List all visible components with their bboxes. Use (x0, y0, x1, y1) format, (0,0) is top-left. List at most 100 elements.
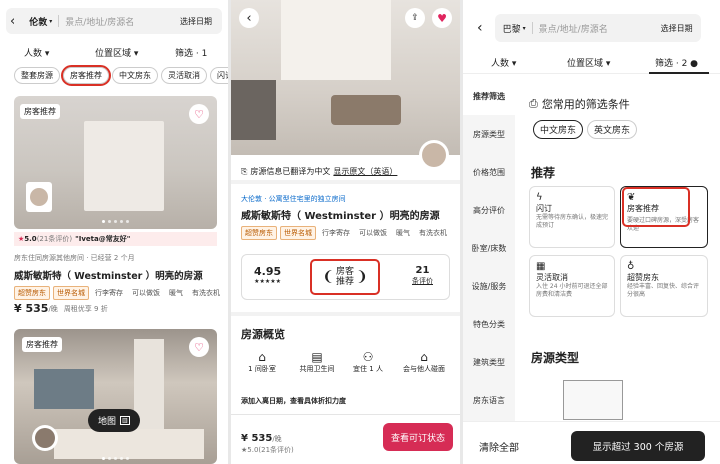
avatar-icon (35, 428, 55, 448)
date-hint: 添加入离日期，查看具体折扣力度 (241, 397, 346, 405)
filter-bar: 人数 ▾ 位置区域 ▾ 筛选 · 1 (0, 44, 228, 60)
reviews-block[interactable]: 21 条评价 (412, 265, 433, 286)
tag-cooking: 可以做饭 (359, 229, 387, 237)
back-icon[interactable]: ‹ (10, 14, 15, 29)
sidebar-item-recommended[interactable]: 推荐筛选 (463, 77, 515, 115)
back-icon[interactable]: ‹ (239, 8, 259, 28)
search-bar[interactable]: ‹ 伦敦 ▾ 景点/地址/房源名 选择日期 (6, 8, 222, 34)
rec-superhost[interactable]: ♁ 超赞房东 经验丰富、回复快、综合评分很高 (620, 255, 708, 317)
city-label[interactable]: 巴黎 (503, 22, 521, 35)
heart-icon[interactable]: ♥ (432, 8, 452, 28)
tag-heating: 暖气 (169, 289, 183, 297)
filter-sidebar: 推荐筛选 房源类型 价格范围 高分评价 卧室/床数 设施/服务 特色分类 建筑类… (463, 77, 515, 421)
chip-chinese-host[interactable]: 中文房东 (112, 67, 158, 84)
sidebar-item-price[interactable]: 价格范围 (463, 153, 515, 191)
chip-chinese-host[interactable]: 中文房东 (533, 120, 584, 139)
guest-favorite-badge: 房客推荐 (22, 337, 62, 352)
price-value: ¥ 535 (241, 433, 273, 444)
filter-bar: 人数 ▾ 位置区域 ▾ 筛选 · 2 ● (463, 52, 720, 74)
tag-cooking: 可以做饭 (132, 289, 160, 297)
rec-guest-favorite[interactable]: ❦ 房客推荐 要硬过口碑房源，深受房客欢迎 (620, 186, 708, 248)
divider (231, 312, 460, 316)
chip-row: 整套房源 房客推荐 中文房东 灵活取消 闪订 (14, 65, 228, 86)
listing-title[interactable]: 威斯敏斯特（ Westminster ）明亮的房源 (14, 268, 203, 282)
sidebar-item-host-language[interactable]: 房东语言 (463, 381, 515, 419)
rec-instant-book[interactable]: ϟ 闪订 无需等待房东确认，极速完成预订 (529, 186, 615, 248)
listing-photo[interactable]: 房客推荐 ♡ (14, 96, 217, 229)
sofa-shape (231, 80, 276, 140)
calendar-icon: ▦ (536, 261, 546, 272)
rating-value: 4.95 (254, 265, 282, 278)
filter-more[interactable]: 筛选 · 1 (175, 46, 207, 59)
bed-shape (54, 429, 204, 459)
host-line: 房东住同房源其他房间 · 已经营 2 个月 (14, 254, 135, 262)
map-button[interactable]: 地图 ▥ (88, 409, 140, 432)
window-shape (34, 369, 94, 409)
carousel-dots (102, 457, 129, 460)
chip-instant-book[interactable]: 闪订 (210, 67, 228, 84)
chip-guest-favorite[interactable]: 房客推荐 (61, 65, 111, 86)
stars: ★★★★★ (254, 278, 282, 285)
date-button[interactable]: 选择日期 (180, 16, 212, 27)
property-type-title: 房源类型 (531, 351, 580, 365)
chevron-down-icon: ▾ (49, 17, 53, 25)
chip-entire-home[interactable]: 整套房源 (14, 67, 60, 84)
host-avatar (32, 425, 58, 451)
tag-famous-city: 世界名城 (280, 226, 316, 240)
avatar-icon (30, 188, 48, 206)
city-label[interactable]: 伦敦 (29, 15, 47, 28)
search-input[interactable]: 景点/地址/房源名 (539, 22, 608, 35)
home-shared-icon: ⌂ (420, 350, 428, 364)
building-illustration (563, 380, 623, 420)
lightning-icon: ϟ (536, 192, 543, 203)
amenity-bedroom: ⌂ 1 间卧室 (237, 350, 287, 374)
check-availability-button[interactable]: 查看可订状态 (383, 423, 453, 451)
sidebar-item-type[interactable]: 房源类型 (463, 115, 515, 153)
filter-location[interactable]: 位置区域 ▾ (95, 46, 138, 59)
search-bar[interactable]: ‹ 巴黎 ▾ 景点/地址/房源名 选择日期 (469, 14, 714, 42)
sidebar-item-features[interactable]: 特色分类 (463, 305, 515, 343)
tag-superhost: 超赞房东 (241, 226, 277, 240)
rec-name: 闪订 (536, 204, 552, 213)
filter-guests[interactable]: 人数 ▾ (491, 56, 516, 69)
chip-english-host[interactable]: 英文房东 (587, 120, 638, 139)
footer: 清除全部 显示超过 300 个房源 (463, 421, 720, 464)
filter-location[interactable]: 位置区域 ▾ (567, 56, 610, 69)
filter-more[interactable]: 筛选 · 2 ● (655, 56, 698, 69)
share-icon[interactable]: ⇪ (405, 8, 425, 28)
chip-flexible-cancel[interactable]: 灵活取消 (161, 67, 207, 84)
sidebar-item-amenities[interactable]: 设施/服务 (463, 267, 515, 305)
date-button[interactable]: 选择日期 (661, 23, 693, 34)
rec-flexible-cancel[interactable]: ▦ 灵活取消 入住 24 小时前可退还全部房费和清洁费 (529, 255, 615, 317)
back-icon[interactable]: ‹ (477, 20, 483, 36)
window-shape (281, 0, 391, 80)
heart-icon[interactable]: ♡ (189, 337, 209, 357)
tag-washer: 有洗衣机 (419, 229, 447, 237)
rating-count: (21条评价) (36, 235, 73, 243)
tag-washer: 有洗衣机 (192, 289, 220, 297)
sidebar-item-rating[interactable]: 高分评价 (463, 191, 515, 229)
rec-name: 灵活取消 (536, 273, 568, 282)
sidebar-item-bedrooms[interactable]: 卧室/床数 (463, 229, 515, 267)
clear-all-button[interactable]: 清除全部 (479, 439, 519, 454)
tag-famous-city: 世界名城 (53, 286, 89, 300)
medal-icon: ♁ (627, 261, 635, 272)
table-shape (331, 95, 401, 125)
heart-icon[interactable]: ♡ (189, 104, 209, 124)
filter-guests[interactable]: 人数 ▾ (24, 46, 49, 59)
divider (58, 15, 60, 27)
hero-photo[interactable]: ‹ ⇪ ♥ (231, 0, 460, 170)
search-input[interactable]: 景点/地址/房源名 (65, 15, 134, 28)
price-unit: /晚 (48, 304, 58, 313)
show-results-button[interactable]: 显示超过 300 个房源 (571, 431, 705, 461)
host-avatar (419, 140, 449, 170)
amenity-guests: ⚇ 宜住 1 人 (343, 350, 393, 374)
laurel-right-icon: ❩ (356, 269, 368, 285)
price-block: ¥ 535/晚 ★5.0(21条评价) (241, 426, 294, 455)
rating-value: 5.0 (24, 235, 37, 243)
map-label: 地图 (98, 417, 117, 427)
listing-photo-2[interactable]: 房客推荐 ♡ 地图 ▥ (14, 329, 217, 464)
show-original-link[interactable]: 显示原文（英语） (333, 166, 397, 177)
rating-card[interactable]: 4.95 ★★★★★ ❨ 房客 推荐 ❩ 21 条评价 (241, 254, 450, 300)
sidebar-item-building[interactable]: 建筑类型 (463, 343, 515, 381)
